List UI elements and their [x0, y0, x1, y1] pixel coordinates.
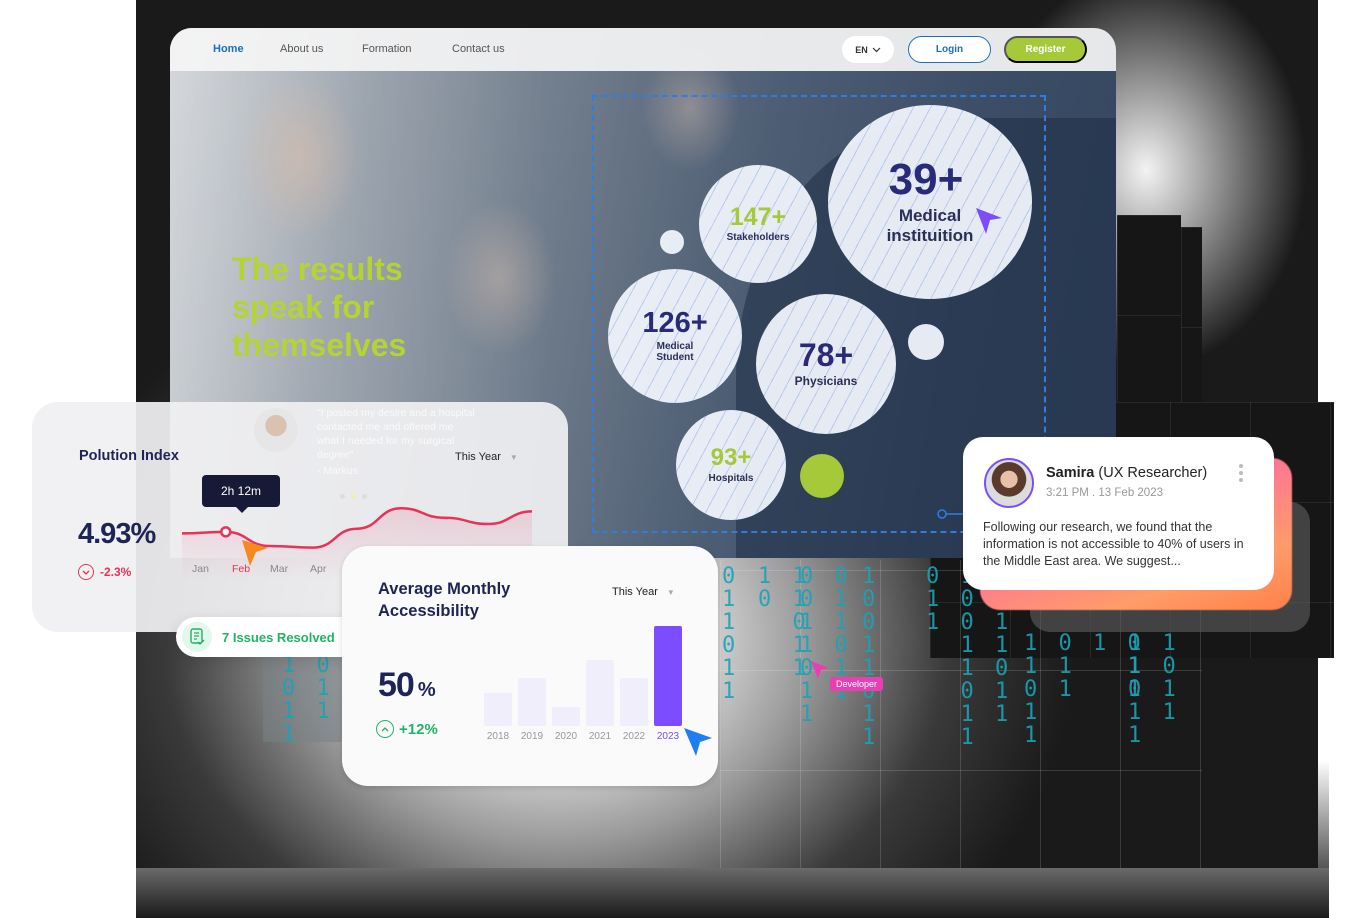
cursor-purple-icon — [976, 208, 1002, 234]
binary-column: 1 0 0 1 1 1 1 — [282, 653, 334, 747]
period-label: This Year — [612, 586, 658, 598]
binary-column: 1 1 1 0 0 1 1 1 1 — [1128, 631, 1180, 748]
chevron-up-circle-icon — [376, 720, 394, 738]
pollution-delta-value: -2.3% — [100, 565, 132, 579]
year-tick-label: 2023 — [656, 731, 680, 742]
bar-2020[interactable] — [552, 707, 580, 726]
stat-value: 147+ — [729, 202, 787, 231]
background-floor — [136, 868, 1329, 918]
stat-label: Medical Student — [656, 340, 694, 364]
bar-2019[interactable] — [518, 678, 546, 726]
comment-card: Samira (UX Researcher) 3:21 PM . 13 Feb … — [963, 437, 1274, 590]
issues-resolved-badge[interactable]: 7 Issues Resolved — [176, 617, 368, 657]
pollution-title: Polution Index — [79, 448, 179, 464]
login-button[interactable]: Login — [908, 36, 991, 63]
binary-column: 0 1 1 0 1 1 — [722, 564, 740, 704]
language-select[interactable]: EN — [842, 36, 894, 63]
pollution-value: 4.93% — [78, 518, 156, 550]
chevron-down-icon — [872, 47, 881, 52]
month-tick-label: Mar — [270, 563, 289, 575]
accessibility-delta-value: +12% — [399, 720, 438, 738]
more-options-icon[interactable] — [1238, 464, 1244, 482]
year-tick-label: 2020 — [554, 731, 578, 742]
dark-grid-panel — [1181, 227, 1202, 415]
background-edge — [1318, 760, 1329, 868]
chart-tooltip: 2h 12m — [202, 475, 280, 513]
stat-label: Hospitals — [708, 472, 754, 484]
comment-body: Following our research, we found that th… — [983, 520, 1244, 568]
accessibility-unit: % — [417, 679, 436, 701]
stat-bubble-medical-institution: 39+ Medical instituition — [828, 105, 1032, 299]
bar-2022[interactable] — [620, 678, 648, 726]
accessibility-title: Average Monthly Accessibility — [378, 580, 511, 620]
chevron-down-circle-icon — [78, 564, 94, 580]
testimonial-author: - Markus — [317, 465, 358, 477]
developer-cursor-tag: Developer — [830, 677, 884, 691]
stat-bubble-hospitals: 93+ Hospitals — [676, 410, 786, 520]
highlight-point[interactable] — [220, 526, 232, 538]
accessibility-value: 50% — [378, 666, 436, 704]
avatar — [984, 458, 1034, 508]
nav-home[interactable]: Home — [213, 43, 244, 55]
comment-author: Samira (UX Researcher) — [1046, 465, 1208, 481]
year-tick-label: 2022 — [622, 731, 646, 742]
cursor-orange-icon — [242, 540, 268, 566]
accessibility-period-select[interactable]: This Year ▼ — [612, 586, 675, 598]
decor-dot — [660, 230, 684, 254]
bar-2023[interactable] — [654, 626, 682, 726]
year-tick-label: 2018 — [486, 731, 510, 742]
accessibility-bar-chart — [482, 620, 682, 726]
caret-down-icon: ▼ — [509, 452, 518, 462]
testimonial-avatar — [254, 408, 298, 452]
period-label: This Year — [455, 451, 501, 463]
issues-label: 7 Issues Resolved — [222, 629, 335, 645]
year-tick-label: 2021 — [588, 731, 612, 742]
year-tick-label: 2019 — [520, 731, 544, 742]
pollution-delta: -2.3% — [78, 564, 131, 580]
bar-2018[interactable] — [484, 693, 512, 726]
caret-down-icon: ▼ — [666, 587, 675, 597]
binary-column: 1 0 1 0 1 1 1 0 1 1 1 1 — [1024, 631, 1145, 748]
month-tick-label: Apr — [310, 563, 327, 575]
dark-grid-panel — [1117, 215, 1181, 415]
navbar: Home About us Formation Contact us EN Lo… — [170, 28, 1116, 71]
testimonial-quote: "I posted my desire and a hospital conta… — [317, 406, 477, 478]
showcase-stage: 0 1 1 0 1 1 1 1 0 1 0 1 1 0 0 0 1 1 1 1 … — [0, 0, 1366, 918]
stat-label: Physicians — [794, 374, 858, 389]
hero-title: The results speak for themselves — [232, 251, 407, 363]
language-label: EN — [855, 44, 868, 55]
nav-contact-us[interactable]: Contact us — [452, 43, 505, 55]
stat-label: Medical instituition — [886, 206, 974, 245]
stat-bubble-medical-student: 126+ Medical Student — [608, 269, 742, 403]
stat-label: Stakeholders — [726, 231, 790, 243]
binary-column: 1 0 0 1 1 0 1 1 — [862, 564, 880, 750]
accessibility-delta: +12% — [376, 720, 438, 738]
nav-about-us[interactable]: About us — [280, 43, 323, 55]
stat-value: 126+ — [642, 306, 708, 339]
binary-column: 0 0 0 1 1 1 1 0 0 1 1 1 1 — [800, 564, 852, 727]
comment-role: (UX Researcher) — [1098, 465, 1208, 481]
accessibility-card: Average Monthly Accessibility This Year … — [342, 546, 718, 786]
cursor-blue-icon — [684, 728, 712, 756]
stat-value: 78+ — [798, 337, 854, 374]
document-check-icon — [182, 622, 212, 652]
cursor-pink-icon — [811, 661, 829, 679]
bar-2021[interactable] — [586, 660, 614, 726]
pollution-period-select[interactable]: This Year ▼ — [455, 451, 518, 463]
comment-timestamp: 3:21 PM . 13 Feb 2023 — [1046, 487, 1163, 499]
decor-dot — [908, 324, 944, 360]
nav-formation[interactable]: Formation — [362, 43, 412, 55]
register-button[interactable]: Register — [1004, 36, 1087, 63]
stat-bubble-physicians: 78+ Physicians — [756, 294, 896, 434]
decor-dot-green — [800, 454, 844, 498]
stat-value: 39+ — [888, 155, 964, 205]
comment-connector — [937, 509, 963, 519]
stat-value: 93+ — [710, 443, 752, 471]
stat-bubble-stakeholders: 147+ Stakeholders — [699, 165, 817, 283]
month-tick-label: Jan — [192, 563, 209, 575]
